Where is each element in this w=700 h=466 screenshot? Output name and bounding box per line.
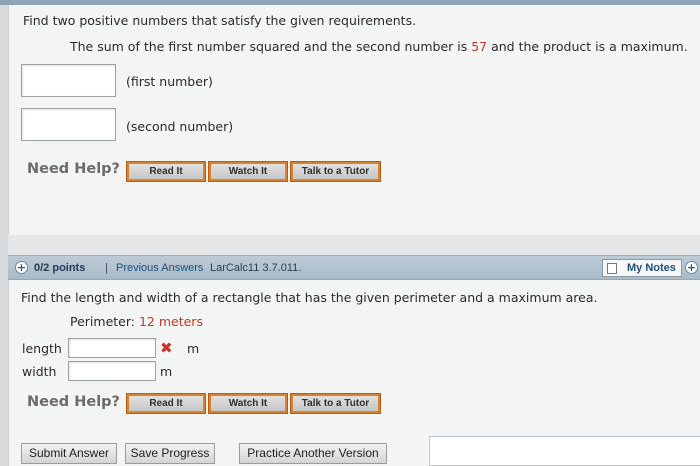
requirement-text-before: The sum of the first number squared and … [70,39,472,54]
save-progress-button[interactable]: Save Progress [125,443,215,464]
width-input[interactable] [68,361,156,381]
practice-another-version-button[interactable]: Practice Another Version [239,443,387,464]
second-number-input[interactable] [21,108,116,141]
question-separator [8,235,700,255]
question-1-prompt: Find two positive numbers that satisfy t… [23,13,417,28]
submit-answer-button[interactable]: Submit Answer [21,443,117,464]
course-code: LarCalc11 3.7.011. [210,262,302,274]
my-notes-button[interactable]: My Notes [602,259,682,277]
watch-it-button[interactable]: Watch It [208,161,288,182]
header-separator: | [105,262,108,274]
requirement-text-after: and the product is a maximum. [487,39,688,54]
length-label: length [22,341,62,356]
add-note-plus-icon[interactable]: + [685,261,698,274]
width-unit: m [160,364,173,379]
question-1-card: Find two positive numbers that satisfy t… [8,5,700,235]
width-label: width [22,364,57,379]
previous-answers-link[interactable]: Previous Answers [116,262,203,274]
need-help-label-2: Need Help? [27,394,120,410]
first-number-label: (first number) [126,74,213,89]
length-input[interactable] [68,338,156,358]
talk-to-tutor-button[interactable]: Talk to a Tutor [290,161,381,182]
perimeter-label: Perimeter: [70,314,139,329]
second-number-label: (second number) [126,119,234,134]
answer-feedback-box [429,436,700,466]
read-it-button-2[interactable]: Read It [126,393,206,414]
points-score: 0/2 points [34,262,86,274]
read-it-button[interactable]: Read It [126,161,206,182]
expand-plus-icon[interactable]: + [15,261,28,274]
first-number-input[interactable] [21,64,116,97]
perimeter-value: 12 meters [138,314,203,329]
perimeter-line: Perimeter: 12 meters [70,314,203,329]
my-notes-label: My Notes [627,262,676,274]
incorrect-x-icon: ✖ [160,339,173,357]
watch-it-button-2[interactable]: Watch It [208,393,288,414]
left-gutter [0,0,8,466]
question-2-prompt: Find the length and width of a rectangle… [21,290,598,305]
requirement-value: 57 [471,39,488,54]
note-icon [607,263,617,274]
talk-to-tutor-button-2[interactable]: Talk to a Tutor [290,393,381,414]
question-2-header: + 0/2 points | Previous Answers LarCalc1… [8,255,700,280]
question-1-requirement: The sum of the first number squared and … [70,39,688,54]
length-unit: m [187,341,200,356]
question-2-card: Find the length and width of a rectangle… [8,280,700,466]
need-help-label: Need Help? [27,161,120,177]
